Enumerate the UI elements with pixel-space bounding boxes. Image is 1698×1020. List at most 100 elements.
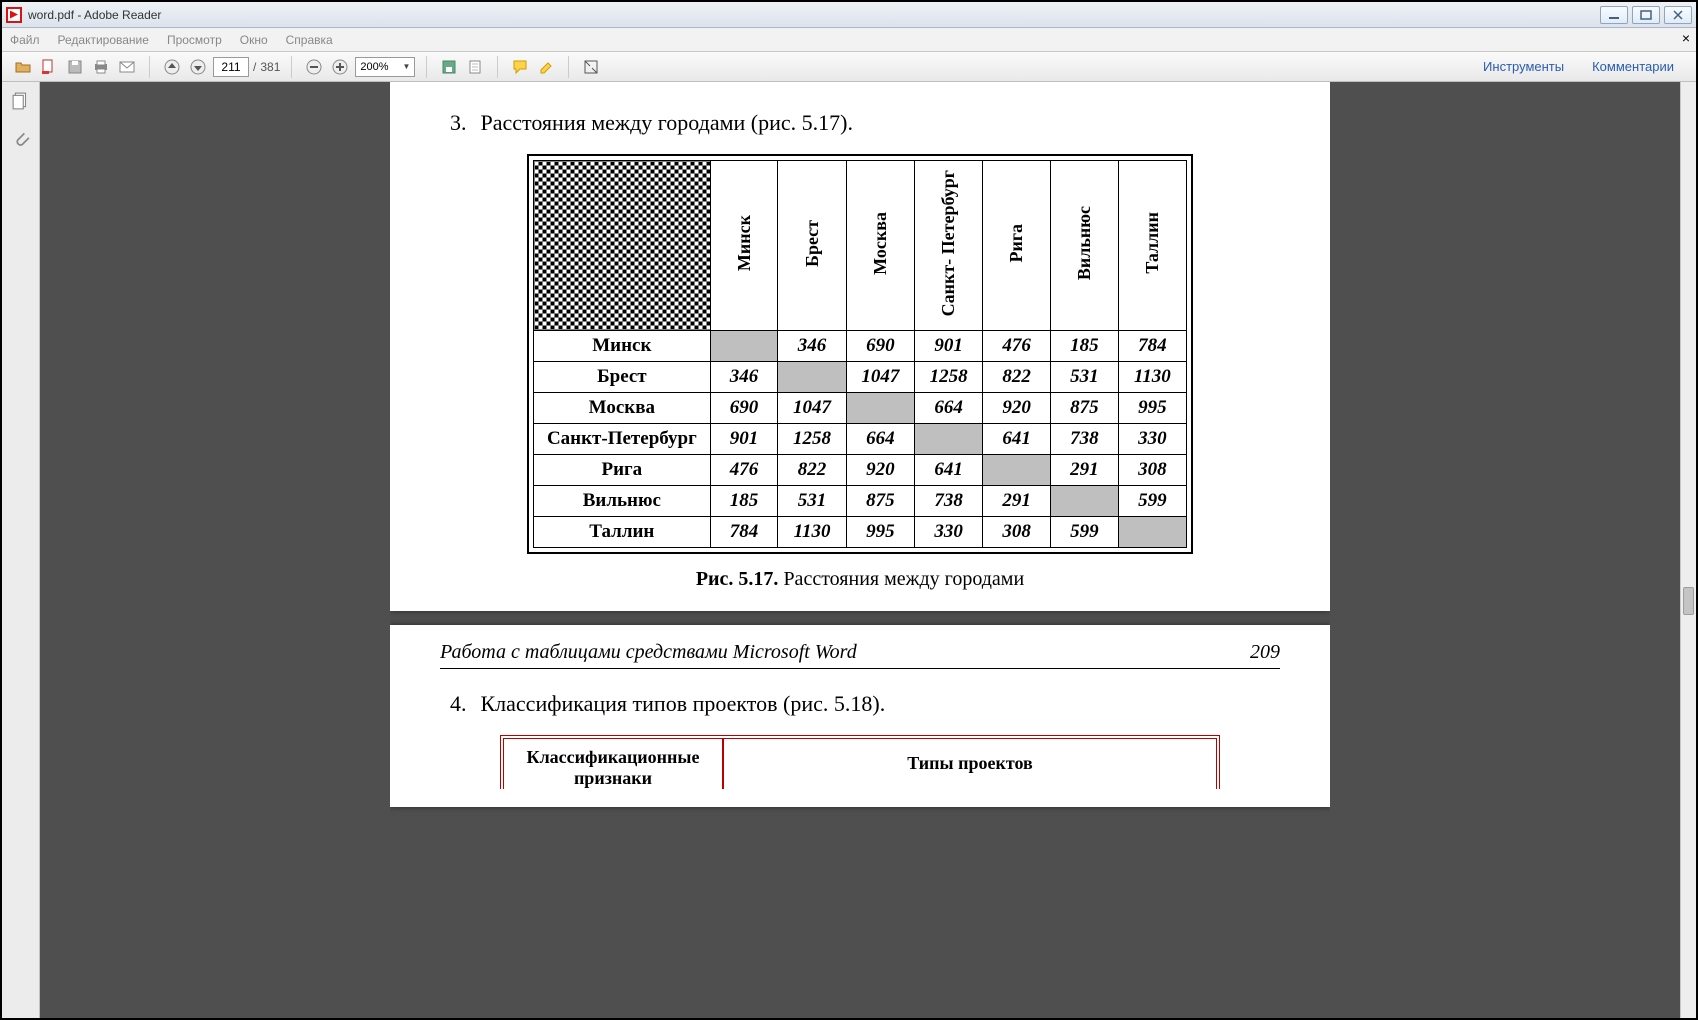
zoom-select[interactable]: 200% ▼ xyxy=(355,57,415,77)
table-cell: 920 xyxy=(846,455,914,486)
table-cell: 346 xyxy=(710,362,778,393)
table-cell: 291 xyxy=(983,486,1051,517)
table-cell: 346 xyxy=(778,331,846,362)
comment-icon xyxy=(512,59,528,75)
thumbnails-button[interactable] xyxy=(10,90,32,112)
table-cell: 641 xyxy=(983,424,1051,455)
list-item-4-number: 4. xyxy=(450,691,467,716)
table-column-header: Москва xyxy=(846,161,914,331)
table-cell: 308 xyxy=(1118,455,1186,486)
list-item-3-text: Расстояния между городами (рис. 5.17). xyxy=(481,110,854,135)
export-pdf-button[interactable] xyxy=(38,56,60,78)
menu-bar: Файл Редактирование Просмотр Окно Справк… xyxy=(2,28,1696,52)
scrollbar-thumb[interactable] xyxy=(1683,587,1694,615)
table-column-header: Вильнюс xyxy=(1050,161,1118,331)
page-view-button[interactable] xyxy=(464,56,486,78)
plus-icon xyxy=(332,59,348,75)
table-cell: 531 xyxy=(1050,362,1118,393)
highlight-icon xyxy=(538,59,554,75)
prev-page-button[interactable] xyxy=(161,56,183,78)
open-button[interactable] xyxy=(12,56,34,78)
table-cell: 641 xyxy=(914,455,982,486)
next-page-button[interactable] xyxy=(187,56,209,78)
toolbar: / 381 200% ▼ xyxy=(2,52,1696,82)
vertical-scrollbar[interactable] xyxy=(1680,82,1696,1018)
table-cell: 664 xyxy=(914,393,982,424)
expand-icon xyxy=(583,59,599,75)
table-cell: 690 xyxy=(846,331,914,362)
attachments-button[interactable] xyxy=(10,128,32,150)
document-close-icon[interactable]: × xyxy=(1682,30,1690,46)
table-cell: 784 xyxy=(1118,331,1186,362)
table-column-header: Рига xyxy=(983,161,1051,331)
running-header-right: 209 xyxy=(1250,641,1280,664)
close-icon xyxy=(1672,10,1684,20)
table-cell: 1130 xyxy=(1118,362,1186,393)
menu-edit[interactable]: Редактирование xyxy=(58,33,149,47)
zoom-out-button[interactable] xyxy=(303,56,325,78)
page-icon xyxy=(467,59,483,75)
tools-panel-button[interactable]: Инструменты xyxy=(1475,55,1572,78)
table-cell xyxy=(1050,486,1118,517)
table-cell: 875 xyxy=(846,486,914,517)
page-indicator: / 381 xyxy=(213,57,280,77)
menu-window[interactable]: Окно xyxy=(240,33,268,47)
table-cell: 822 xyxy=(983,362,1051,393)
table-cell xyxy=(710,331,778,362)
minimize-button[interactable] xyxy=(1600,6,1628,24)
page-separator: / xyxy=(253,60,256,74)
save-button[interactable] xyxy=(64,56,86,78)
table-cell xyxy=(846,393,914,424)
table-cell: 185 xyxy=(710,486,778,517)
table-cell: 822 xyxy=(778,455,846,486)
distance-table: МинскБрестМоскваСанкт- ПетербургРигаВиль… xyxy=(533,160,1187,548)
table-row-header: Санкт-Петербург xyxy=(534,424,711,455)
menu-file[interactable]: Файл xyxy=(10,33,40,47)
table-cell xyxy=(1118,517,1186,548)
print-button[interactable] xyxy=(90,56,112,78)
window-title: word.pdf - Adobe Reader xyxy=(28,8,1600,22)
table-cell: 995 xyxy=(1118,393,1186,424)
figure-caption: Рис. 5.17. Расстояния между городами xyxy=(440,568,1280,591)
print-icon xyxy=(93,59,109,75)
arrow-down-icon xyxy=(190,59,206,75)
classification-header-right: Типы проектов xyxy=(724,739,1216,789)
table-cell: 920 xyxy=(983,393,1051,424)
page-total: 381 xyxy=(260,60,280,74)
table-row-header: Брест xyxy=(534,362,711,393)
email-button[interactable] xyxy=(116,56,138,78)
pdf-page: Работа с таблицами средствами Microsoft … xyxy=(390,625,1330,807)
window-buttons xyxy=(1600,6,1692,24)
pdf-viewer[interactable]: 3.Расстояния между городами (рис. 5.17).… xyxy=(40,82,1680,1018)
table-cell: 291 xyxy=(1050,455,1118,486)
list-item-3: 3.Расстояния между городами (рис. 5.17). xyxy=(450,110,1280,136)
arrow-up-icon xyxy=(164,59,180,75)
table-cell: 995 xyxy=(846,517,914,548)
app-icon xyxy=(6,7,22,23)
menu-help[interactable]: Справка xyxy=(286,33,333,47)
table-row-header: Рига xyxy=(534,455,711,486)
page-number-input[interactable] xyxy=(213,57,249,77)
table-cell: 784 xyxy=(710,517,778,548)
comments-panel-button[interactable]: Комментарии xyxy=(1584,55,1682,78)
table-cell: 599 xyxy=(1118,486,1186,517)
minus-icon xyxy=(306,59,322,75)
close-button[interactable] xyxy=(1664,6,1692,24)
highlight-button[interactable] xyxy=(535,56,557,78)
table-cell: 330 xyxy=(1118,424,1186,455)
menu-view[interactable]: Просмотр xyxy=(167,33,222,47)
maximize-icon xyxy=(1640,10,1652,20)
comment-button[interactable] xyxy=(509,56,531,78)
table-corner xyxy=(534,161,711,331)
table-column-header: Минск xyxy=(710,161,778,331)
save-copy-button[interactable] xyxy=(438,56,460,78)
read-mode-button[interactable] xyxy=(580,56,602,78)
zoom-in-button[interactable] xyxy=(329,56,351,78)
table-cell xyxy=(914,424,982,455)
table-cell: 690 xyxy=(710,393,778,424)
table-cell: 330 xyxy=(914,517,982,548)
table-cell: 476 xyxy=(983,331,1051,362)
chevron-down-icon: ▼ xyxy=(402,62,410,71)
maximize-button[interactable] xyxy=(1632,6,1660,24)
table-cell: 664 xyxy=(846,424,914,455)
